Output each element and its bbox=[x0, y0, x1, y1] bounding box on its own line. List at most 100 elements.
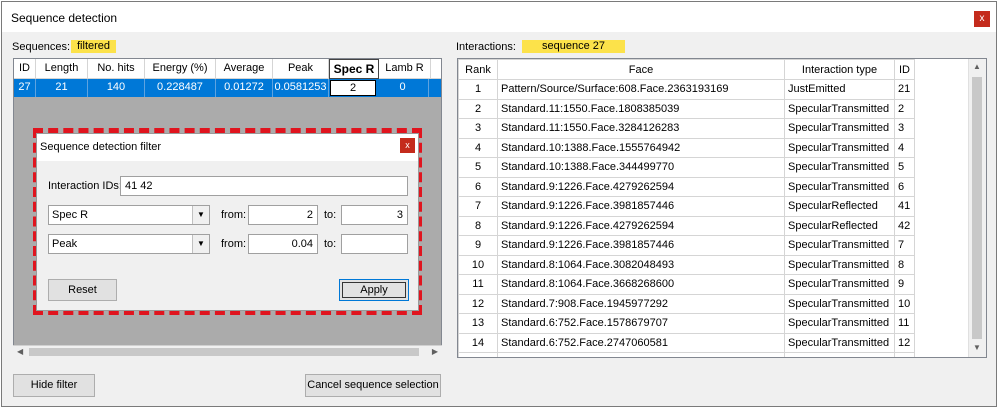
cell-interaction-type[interactable]: SpecularReflected bbox=[784, 196, 895, 217]
table-row[interactable]: 10 Standard.8:1064.Face.3082048493 Specula… bbox=[458, 254, 915, 275]
chevron-down-icon[interactable]: ▼ bbox=[192, 206, 209, 224]
cell-id[interactable]: 9 bbox=[894, 274, 915, 295]
table-row[interactable]: 13 Standard.6:752.Face.1578679707 Specular… bbox=[458, 313, 915, 334]
table-row[interactable]: 11 Standard.8:1064.Face.3668268600 Specula… bbox=[458, 274, 915, 295]
cell-id[interactable]: 41 bbox=[894, 196, 915, 217]
col-header-spec-r[interactable]: Spec R bbox=[329, 59, 379, 79]
cell-id[interactable]: 42 bbox=[894, 215, 915, 236]
cell-interaction-type[interactable]: SpecularTransmitted bbox=[784, 235, 895, 256]
filter-field-select-2[interactable]: Peak ▼ bbox=[48, 234, 210, 254]
table-row[interactable]: 5 Standard.10:1388.Face.344499770 Specular… bbox=[458, 157, 915, 178]
cell-id[interactable]: 2 bbox=[894, 98, 915, 119]
cell-rank[interactable]: 3 bbox=[458, 118, 498, 139]
cell-interaction-type[interactable]: SpecularTransmitted bbox=[784, 332, 895, 353]
cell-face[interactable]: Standard.5:590.Face.2906000168 bbox=[497, 352, 785, 357]
cell-rank[interactable]: 10 bbox=[458, 254, 498, 275]
cell-face[interactable]: Standard.9:1226.Face.3981857446 bbox=[497, 196, 785, 217]
cell-id[interactable]: 12 bbox=[894, 332, 915, 353]
interactions-grid[interactable]: Rank Face Interaction type ID 1 Pattern/S… bbox=[457, 58, 987, 358]
cell-rank[interactable]: 12 bbox=[458, 293, 498, 314]
to-input-2[interactable] bbox=[341, 234, 408, 254]
apply-button[interactable]: Apply bbox=[339, 279, 409, 301]
cell-rank[interactable]: 9 bbox=[458, 235, 498, 256]
hide-filter-button[interactable]: Hide filter bbox=[13, 374, 95, 397]
col-header-interaction-type[interactable]: Interaction type bbox=[784, 59, 895, 80]
cell-interaction-type[interactable]: SpecularTransmitted bbox=[784, 176, 895, 197]
cell-rank[interactable]: 11 bbox=[458, 274, 498, 295]
cell-id[interactable]: 3 bbox=[894, 118, 915, 139]
cell-face[interactable]: Standard.7:908.Face.1945977292 bbox=[497, 293, 785, 314]
cell-face[interactable]: Standard.10:1388.Face.1555764942 bbox=[497, 137, 785, 158]
col-header-face[interactable]: Face bbox=[497, 59, 785, 80]
scroll-down-arrow-icon[interactable]: ▼ bbox=[973, 343, 981, 353]
filter-field-select-1[interactable]: Spec R ▼ bbox=[48, 205, 210, 225]
cell-face[interactable]: Standard.11:1550.Face.3284126283 bbox=[497, 118, 785, 139]
cell-rank[interactable]: 8 bbox=[458, 215, 498, 236]
cell-interaction-type[interactable]: SpecularTransmitted bbox=[784, 157, 895, 178]
scrollbar-thumb[interactable] bbox=[972, 77, 982, 339]
table-row[interactable]: 14 Standard.6:752.Face.2747060581 Specular… bbox=[458, 332, 915, 353]
cell-interaction-type[interactable]: SpecularTransmitted bbox=[784, 274, 895, 295]
cell-rank[interactable]: 15 bbox=[458, 352, 498, 357]
col-header-peak[interactable]: Peak bbox=[273, 59, 329, 79]
scroll-right-arrow-icon[interactable]: ▶ bbox=[432, 347, 438, 357]
col-header-id[interactable]: ID bbox=[894, 59, 915, 80]
cell-energy[interactable]: 0.228487 bbox=[145, 79, 216, 97]
scrollbar-thumb[interactable] bbox=[29, 348, 419, 356]
cell-face[interactable]: Standard.10:1388.Face.344499770 bbox=[497, 157, 785, 178]
cell-interaction-type[interactable]: SpecularTransmitted bbox=[784, 118, 895, 139]
cell-id[interactable]: 11 bbox=[894, 313, 915, 334]
cell-face[interactable]: Standard.9:1226.Face.4279262594 bbox=[497, 176, 785, 197]
dialog-close-button[interactable]: x bbox=[400, 138, 415, 153]
table-row[interactable]: 3 Standard.11:1550.Face.3284126283 Specula… bbox=[458, 118, 915, 139]
col-header-average[interactable]: Average bbox=[216, 59, 273, 79]
scroll-left-arrow-icon[interactable]: ◀ bbox=[17, 347, 23, 357]
cell-interaction-type[interactable]: SpecularTransmitted bbox=[784, 98, 895, 119]
cell-spec-r-editor[interactable]: 2 bbox=[330, 80, 376, 96]
cell-rank[interactable]: 14 bbox=[458, 332, 498, 353]
cell-lamb-r[interactable]: 0 bbox=[377, 79, 429, 97]
col-header-rank[interactable]: Rank bbox=[458, 59, 498, 80]
cell-rank[interactable]: 7 bbox=[458, 196, 498, 217]
table-row[interactable]: 9 Standard.9:1226.Face.3981857446 Specular… bbox=[458, 235, 915, 256]
from-input-2[interactable]: 0.04 bbox=[248, 234, 318, 254]
table-row[interactable]: 1 Pattern/Source/Surface:608.Face.2363193… bbox=[458, 79, 915, 100]
cell-id[interactable]: 27 bbox=[14, 79, 36, 97]
col-header-energy[interactable]: Energy (%) bbox=[145, 59, 216, 79]
cell-rank[interactable]: 5 bbox=[458, 157, 498, 178]
cell-interaction-type[interactable]: SpecularTransmitted bbox=[784, 352, 895, 357]
sequences-horizontal-scrollbar[interactable]: ◀ ▶ bbox=[13, 345, 442, 358]
cell-face[interactable]: Standard.11:1550.Face.1808385039 bbox=[497, 98, 785, 119]
cell-interaction-type[interactable]: JustEmitted bbox=[784, 79, 895, 100]
col-header-length[interactable]: Length bbox=[36, 59, 88, 79]
table-row[interactable]: 2 Standard.11:1550.Face.1808385039 Specula… bbox=[458, 98, 915, 119]
cell-interaction-type[interactable]: SpecularTransmitted bbox=[784, 137, 895, 158]
cell-rank[interactable]: 4 bbox=[458, 137, 498, 158]
cell-id[interactable]: 13 bbox=[894, 352, 915, 357]
cell-face[interactable]: Standard.6:752.Face.1578679707 bbox=[497, 313, 785, 334]
cell-face[interactable]: Pattern/Source/Surface:608.Face.23631931… bbox=[497, 79, 785, 100]
cell-rank[interactable]: 13 bbox=[458, 313, 498, 334]
cell-no-hits[interactable]: 140 bbox=[88, 79, 145, 97]
cell-id[interactable]: 4 bbox=[894, 137, 915, 158]
cell-rank[interactable]: 2 bbox=[458, 98, 498, 119]
cell-id[interactable]: 10 bbox=[894, 293, 915, 314]
cell-face[interactable]: Standard.8:1064.Face.3668268600 bbox=[497, 274, 785, 295]
table-row[interactable]: 4 Standard.10:1388.Face.1555764942 Specula… bbox=[458, 137, 915, 158]
cell-face[interactable]: Standard.6:752.Face.2747060581 bbox=[497, 332, 785, 353]
table-row[interactable]: 7 Standard.9:1226.Face.3981857446 Specular… bbox=[458, 196, 915, 217]
chevron-down-icon[interactable]: ▼ bbox=[192, 235, 209, 253]
reset-button[interactable]: Reset bbox=[48, 279, 117, 301]
cell-id[interactable]: 7 bbox=[894, 235, 915, 256]
col-header-id[interactable]: ID bbox=[14, 59, 36, 79]
cell-id[interactable]: 21 bbox=[894, 79, 915, 100]
cell-interaction-type[interactable]: SpecularTransmitted bbox=[784, 313, 895, 334]
cell-average[interactable]: 0.01272 bbox=[216, 79, 273, 97]
table-row-selected[interactable]: 27 21 140 0.228487 0.01272 0.0581253 2 0 bbox=[14, 79, 441, 97]
cell-rank[interactable]: 6 bbox=[458, 176, 498, 197]
cell-peak[interactable]: 0.0581253 bbox=[273, 79, 329, 97]
cell-face[interactable]: Standard.8:1064.Face.3082048493 bbox=[497, 254, 785, 275]
col-header-no-hits[interactable]: No. hits bbox=[88, 59, 145, 79]
from-input-1[interactable]: 2 bbox=[248, 205, 318, 225]
cell-length[interactable]: 21 bbox=[36, 79, 88, 97]
